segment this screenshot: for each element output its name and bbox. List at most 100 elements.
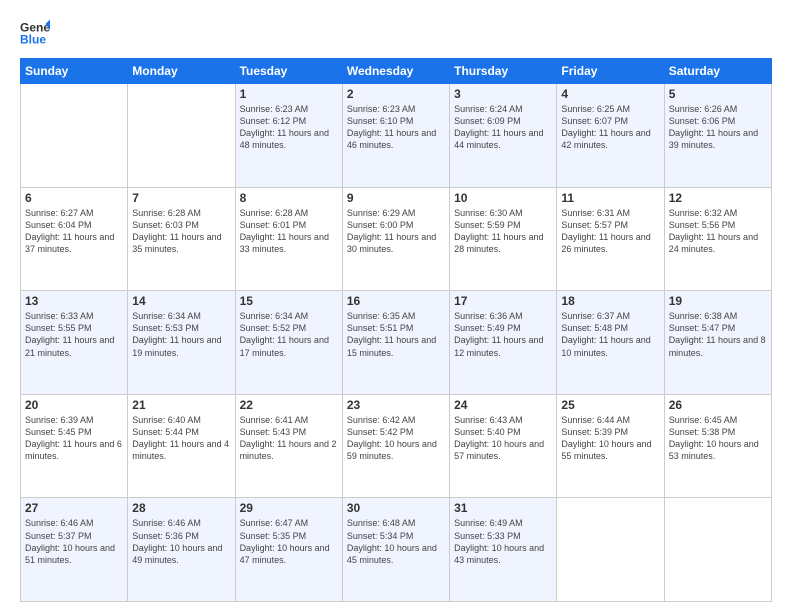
- day-number: 15: [240, 294, 338, 308]
- cell-info: Sunrise: 6:45 AM Sunset: 5:38 PM Dayligh…: [669, 414, 767, 463]
- cell-info: Sunrise: 6:28 AM Sunset: 6:01 PM Dayligh…: [240, 207, 338, 256]
- day-cell: [128, 84, 235, 188]
- day-number: 23: [347, 398, 445, 412]
- week-row-5: 27 Sunrise: 6:46 AM Sunset: 5:37 PM Dayli…: [21, 498, 772, 602]
- cell-info: Sunrise: 6:43 AM Sunset: 5:40 PM Dayligh…: [454, 414, 552, 463]
- cell-info: Sunrise: 6:34 AM Sunset: 5:53 PM Dayligh…: [132, 310, 230, 359]
- cell-info: Sunrise: 6:30 AM Sunset: 5:59 PM Dayligh…: [454, 207, 552, 256]
- day-number: 26: [669, 398, 767, 412]
- week-row-2: 6 Sunrise: 6:27 AM Sunset: 6:04 PM Daylig…: [21, 187, 772, 291]
- day-cell: 16 Sunrise: 6:35 AM Sunset: 5:51 PM Dayli…: [342, 291, 449, 395]
- days-header-row: SundayMondayTuesdayWednesdayThursdayFrid…: [21, 59, 772, 84]
- cell-info: Sunrise: 6:31 AM Sunset: 5:57 PM Dayligh…: [561, 207, 659, 256]
- day-number: 21: [132, 398, 230, 412]
- day-number: 9: [347, 191, 445, 205]
- cell-info: Sunrise: 6:29 AM Sunset: 6:00 PM Dayligh…: [347, 207, 445, 256]
- day-header-thursday: Thursday: [450, 59, 557, 84]
- day-cell: 10Sunrise: 6:30 AM Sunset: 5:59 PM Dayli…: [450, 187, 557, 291]
- day-number: 25: [561, 398, 659, 412]
- day-cell: 24 Sunrise: 6:43 AM Sunset: 5:40 PM Dayli…: [450, 394, 557, 498]
- cell-info: Sunrise: 6:38 AM Sunset: 5:47 PM Dayligh…: [669, 310, 767, 359]
- day-cell: 28 Sunrise: 6:46 AM Sunset: 5:36 PM Dayli…: [128, 498, 235, 602]
- day-cell: 25 Sunrise: 6:44 AM Sunset: 5:39 PM Dayli…: [557, 394, 664, 498]
- day-header-monday: Monday: [128, 59, 235, 84]
- cell-info: Sunrise: 6:32 AM Sunset: 5:56 PM Dayligh…: [669, 207, 767, 256]
- day-cell: 4 Sunrise: 6:25 AM Sunset: 6:07 PM Daylig…: [557, 84, 664, 188]
- day-header-saturday: Saturday: [664, 59, 771, 84]
- day-cell: 29Sunrise: 6:47 AM Sunset: 5:35 PM Dayli…: [235, 498, 342, 602]
- day-number: 29: [240, 501, 338, 515]
- day-cell: 8 Sunrise: 6:28 AM Sunset: 6:01 PM Daylig…: [235, 187, 342, 291]
- logo-icon: General Blue: [20, 18, 50, 48]
- cell-info: Sunrise: 6:26 AM Sunset: 6:06 PM Dayligh…: [669, 103, 767, 152]
- cell-info: Sunrise: 6:40 AM Sunset: 5:44 PM Dayligh…: [132, 414, 230, 463]
- cell-info: Sunrise: 6:24 AM Sunset: 6:09 PM Dayligh…: [454, 103, 552, 152]
- week-row-4: 20 Sunrise: 6:39 AM Sunset: 5:45 PM Dayli…: [21, 394, 772, 498]
- day-cell: 31 Sunrise: 6:49 AM Sunset: 5:33 PM Dayli…: [450, 498, 557, 602]
- day-number: 28: [132, 501, 230, 515]
- day-header-wednesday: Wednesday: [342, 59, 449, 84]
- day-number: 17: [454, 294, 552, 308]
- day-number: 27: [25, 501, 123, 515]
- day-number: 1: [240, 87, 338, 101]
- cell-info: Sunrise: 6:35 AM Sunset: 5:51 PM Dayligh…: [347, 310, 445, 359]
- svg-text:Blue: Blue: [20, 33, 46, 47]
- day-number: 13: [25, 294, 123, 308]
- day-number: 6: [25, 191, 123, 205]
- cell-info: Sunrise: 6:44 AM Sunset: 5:39 PM Dayligh…: [561, 414, 659, 463]
- day-cell: 19 Sunrise: 6:38 AM Sunset: 5:47 PM Dayli…: [664, 291, 771, 395]
- day-cell: 20 Sunrise: 6:39 AM Sunset: 5:45 PM Dayli…: [21, 394, 128, 498]
- cell-info: Sunrise: 6:28 AM Sunset: 6:03 PM Dayligh…: [132, 207, 230, 256]
- cell-info: Sunrise: 6:49 AM Sunset: 5:33 PM Dayligh…: [454, 517, 552, 566]
- week-row-3: 13 Sunrise: 6:33 AM Sunset: 5:55 PM Dayli…: [21, 291, 772, 395]
- day-cell: 2Sunrise: 6:23 AM Sunset: 6:10 PM Daylig…: [342, 84, 449, 188]
- day-number: 22: [240, 398, 338, 412]
- day-header-sunday: Sunday: [21, 59, 128, 84]
- cell-info: Sunrise: 6:48 AM Sunset: 5:34 PM Dayligh…: [347, 517, 445, 566]
- day-number: 19: [669, 294, 767, 308]
- week-row-1: 1 Sunrise: 6:23 AM Sunset: 6:12 PM Daylig…: [21, 84, 772, 188]
- header: General Blue: [20, 18, 772, 48]
- day-cell: 27 Sunrise: 6:46 AM Sunset: 5:37 PM Dayli…: [21, 498, 128, 602]
- day-cell: [21, 84, 128, 188]
- cell-info: Sunrise: 6:27 AM Sunset: 6:04 PM Dayligh…: [25, 207, 123, 256]
- cell-info: Sunrise: 6:36 AM Sunset: 5:49 PM Dayligh…: [454, 310, 552, 359]
- cell-info: Sunrise: 6:46 AM Sunset: 5:37 PM Dayligh…: [25, 517, 123, 566]
- cell-info: Sunrise: 6:46 AM Sunset: 5:36 PM Dayligh…: [132, 517, 230, 566]
- day-number: 24: [454, 398, 552, 412]
- day-cell: 1 Sunrise: 6:23 AM Sunset: 6:12 PM Daylig…: [235, 84, 342, 188]
- day-number: 11: [561, 191, 659, 205]
- day-cell: 11 Sunrise: 6:31 AM Sunset: 5:57 PM Dayli…: [557, 187, 664, 291]
- day-number: 4: [561, 87, 659, 101]
- day-cell: [664, 498, 771, 602]
- cell-info: Sunrise: 6:23 AM Sunset: 6:12 PM Dayligh…: [240, 103, 338, 152]
- day-cell: 15 Sunrise: 6:34 AM Sunset: 5:52 PM Dayli…: [235, 291, 342, 395]
- cell-info: Sunrise: 6:37 AM Sunset: 5:48 PM Dayligh…: [561, 310, 659, 359]
- day-cell: 12 Sunrise: 6:32 AM Sunset: 5:56 PM Dayli…: [664, 187, 771, 291]
- day-number: 31: [454, 501, 552, 515]
- day-number: 30: [347, 501, 445, 515]
- cell-info: Sunrise: 6:39 AM Sunset: 5:45 PM Dayligh…: [25, 414, 123, 463]
- day-number: 18: [561, 294, 659, 308]
- day-header-tuesday: Tuesday: [235, 59, 342, 84]
- day-number: 8: [240, 191, 338, 205]
- calendar-table: SundayMondayTuesdayWednesdayThursdayFrid…: [20, 58, 772, 602]
- day-cell: [557, 498, 664, 602]
- day-number: 5: [669, 87, 767, 101]
- day-number: 12: [669, 191, 767, 205]
- cell-info: Sunrise: 6:25 AM Sunset: 6:07 PM Dayligh…: [561, 103, 659, 152]
- cell-info: Sunrise: 6:33 AM Sunset: 5:55 PM Dayligh…: [25, 310, 123, 359]
- day-header-friday: Friday: [557, 59, 664, 84]
- day-cell: 18 Sunrise: 6:37 AM Sunset: 5:48 PM Dayli…: [557, 291, 664, 395]
- day-cell: 26 Sunrise: 6:45 AM Sunset: 5:38 PM Dayli…: [664, 394, 771, 498]
- day-cell: 6 Sunrise: 6:27 AM Sunset: 6:04 PM Daylig…: [21, 187, 128, 291]
- day-number: 14: [132, 294, 230, 308]
- day-cell: 5 Sunrise: 6:26 AM Sunset: 6:06 PM Daylig…: [664, 84, 771, 188]
- cell-info: Sunrise: 6:34 AM Sunset: 5:52 PM Dayligh…: [240, 310, 338, 359]
- cell-info: Sunrise: 6:41 AM Sunset: 5:43 PM Dayligh…: [240, 414, 338, 463]
- day-cell: 7Sunrise: 6:28 AM Sunset: 6:03 PM Daylig…: [128, 187, 235, 291]
- day-number: 16: [347, 294, 445, 308]
- day-number: 20: [25, 398, 123, 412]
- day-cell: 30 Sunrise: 6:48 AM Sunset: 5:34 PM Dayli…: [342, 498, 449, 602]
- day-number: 2: [347, 87, 445, 101]
